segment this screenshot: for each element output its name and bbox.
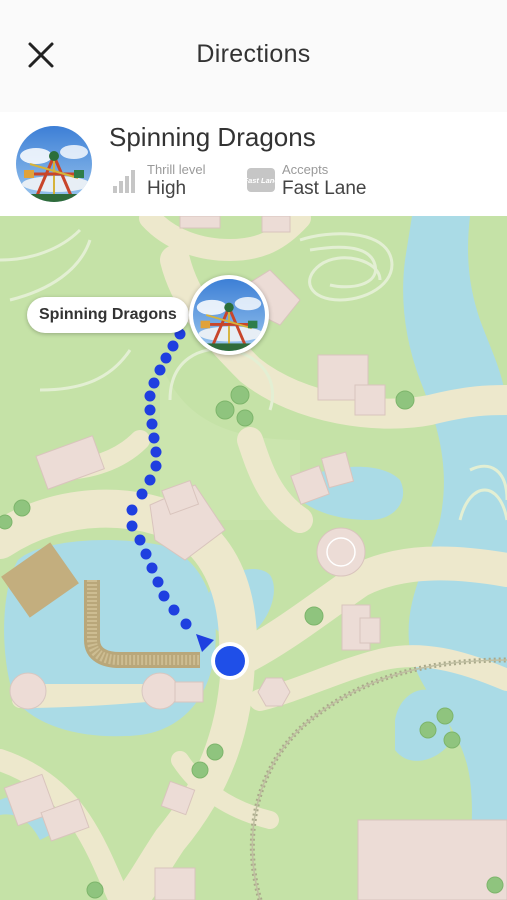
ride-info-card[interactable]: Spinning Dragons Thrill level High Fast … [0,112,507,216]
route-dot [152,576,164,588]
route-dot [144,390,156,402]
route-dot [154,364,166,376]
thrill-value: High [147,178,187,199]
route-dot [158,590,170,602]
destination-label[interactable]: Spinning Dragons [27,297,189,333]
page-title: Directions [196,40,311,68]
accepts: Fast Lane Accepts Fast Lane [247,162,387,202]
svg-text:Fast Lane: Fast Lane [247,176,275,185]
route-dot [140,548,152,560]
accepts-label: Accepts [282,162,329,177]
route-dot [180,618,192,630]
route-dot [167,340,179,352]
thrill-level: Thrill level High [112,162,232,202]
route-dot [160,352,172,364]
current-location-icon [215,646,245,676]
route-dot [126,520,138,532]
route-dot [150,446,162,458]
route-dot [136,488,148,500]
route-dot [168,604,180,616]
route-dot [148,377,160,389]
route-dot [126,504,138,516]
route-dot [148,432,160,444]
signal-bars-icon [113,170,135,193]
destination-marker[interactable] [189,275,269,355]
accepts-value: Fast Lane [282,178,367,199]
destination-marker-image [193,279,265,351]
route-dot [134,534,146,546]
ride-thumbnail [16,126,92,202]
header: Directions [0,0,507,112]
route-dot [150,460,162,472]
route-dot [146,562,158,574]
ride-name: Spinning Dragons [109,122,316,152]
route-dot [144,404,156,416]
route-dot [146,418,158,430]
thrill-label: Thrill level [147,162,206,177]
route-dot [144,474,156,486]
fast-lane-icon: Fast Lane [247,168,275,192]
